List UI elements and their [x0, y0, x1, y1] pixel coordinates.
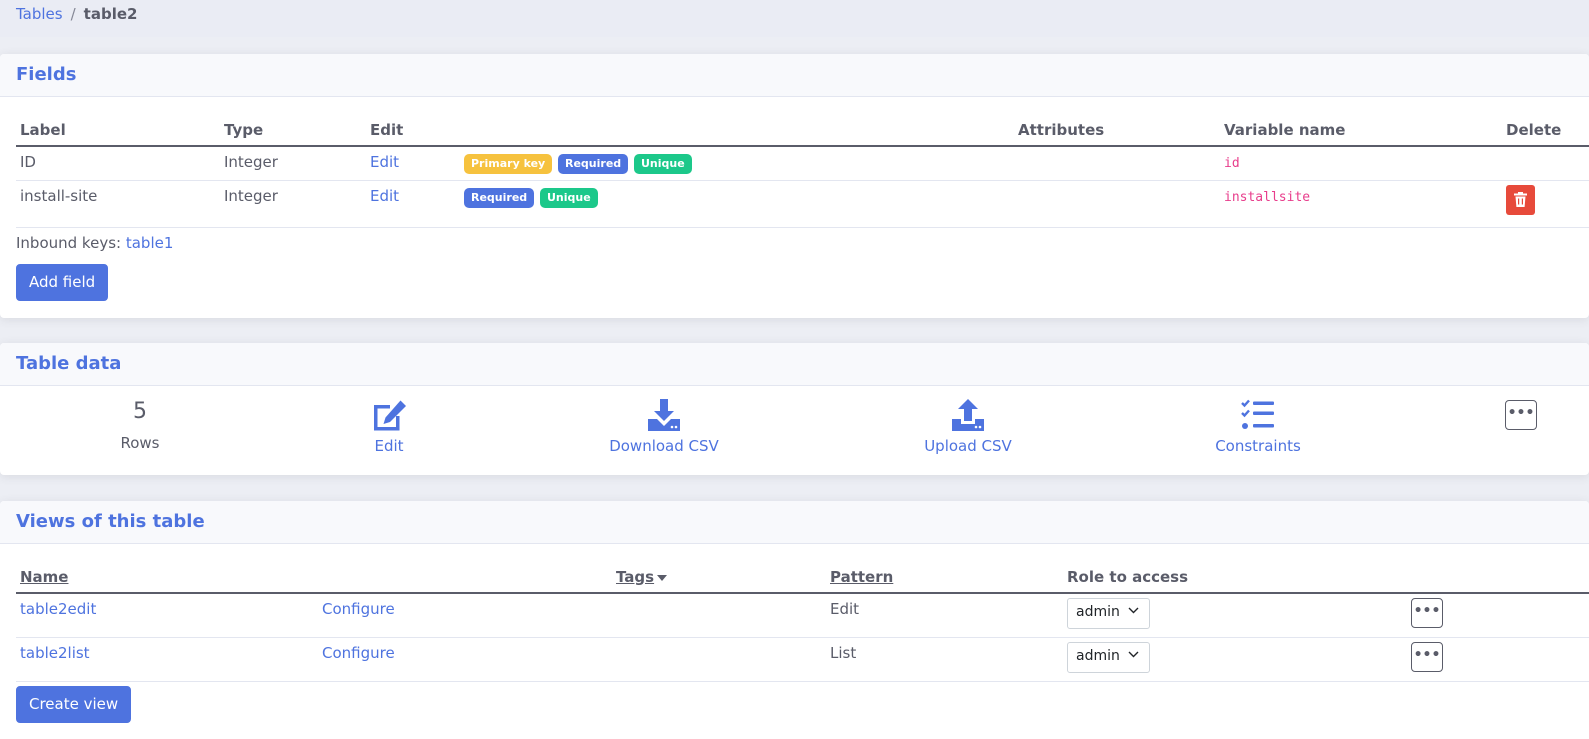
column-header-pattern[interactable]: Pattern	[826, 564, 1063, 594]
view-tags	[612, 637, 826, 682]
column-header-variable-name: Variable name	[1220, 117, 1502, 147]
breadcrumb-separator: /	[70, 5, 76, 23]
field-type: Integer	[220, 180, 366, 228]
rows-stat: 5 Rows	[99, 399, 181, 452]
download-icon	[648, 399, 680, 431]
field-attributes	[1014, 180, 1220, 228]
role-select-value: admin	[1076, 648, 1120, 664]
views-card-title: Views of this table	[0, 501, 1589, 544]
breadcrumb-tables-link[interactable]: Tables	[16, 5, 63, 23]
rows-count: 5	[133, 399, 147, 424]
table-data-card-title: Table data	[0, 343, 1589, 386]
field-label: install-site	[16, 180, 220, 228]
chevron-down-icon	[1128, 651, 1139, 658]
breadcrumb-current: table2	[83, 5, 138, 23]
unique-badge: Unique	[633, 154, 692, 174]
rows-label: Rows	[120, 434, 160, 452]
view-tags	[612, 593, 826, 638]
edit-data-button[interactable]: Edit	[334, 399, 444, 455]
unique-badge: Unique	[539, 188, 598, 208]
view-pattern: Edit	[826, 593, 1063, 638]
trash-icon	[1514, 192, 1527, 207]
role-select[interactable]: admin	[1067, 642, 1150, 673]
column-header-tags[interactable]: Tags	[616, 568, 654, 586]
inbound-key-link[interactable]: table1	[126, 234, 174, 252]
ellipsis-icon: •••	[1413, 647, 1441, 663]
field-badges: Required Unique	[460, 180, 1014, 228]
field-type: Integer	[220, 146, 366, 181]
view-name-link[interactable]: table2list	[20, 644, 90, 662]
create-view-button[interactable]: Create view	[16, 686, 132, 723]
required-badge: Required	[558, 154, 629, 174]
ellipsis-icon: •••	[1413, 603, 1441, 619]
edit-icon	[374, 400, 406, 431]
role-select-value: admin	[1076, 604, 1120, 620]
field-edit-link[interactable]: Edit	[370, 187, 399, 205]
role-select[interactable]: admin	[1067, 598, 1150, 629]
required-badge: Required	[464, 188, 535, 208]
view-pattern: List	[826, 637, 1063, 682]
upload-csv-label: Upload CSV	[924, 437, 1012, 455]
view-more-button[interactable]: •••	[1411, 598, 1443, 628]
views-table-header: Name Tags Pattern Role to access	[16, 564, 1589, 594]
sort-caret-icon[interactable]	[657, 574, 668, 581]
breadcrumb: Tables / table2	[0, 0, 1589, 37]
column-header-attributes: Attributes	[1014, 117, 1220, 147]
field-attributes	[1014, 146, 1220, 181]
column-header-badges	[460, 117, 1014, 147]
column-header-delete: Delete	[1502, 117, 1589, 147]
upload-csv-button[interactable]: Upload CSV	[922, 399, 1014, 455]
view-configure-link[interactable]: Configure	[322, 644, 395, 662]
field-edit-link[interactable]: Edit	[370, 153, 399, 171]
ellipsis-icon: •••	[1507, 405, 1535, 421]
table-row: ID Integer Edit Primary key Required Uni…	[16, 146, 1589, 181]
view-configure-link[interactable]: Configure	[322, 600, 395, 618]
inbound-keys: Inbound keys: table1	[16, 234, 173, 252]
fields-table-header: Label Type Edit Attributes Variable name…	[16, 117, 1589, 147]
column-header-role: Role to access	[1063, 564, 1489, 594]
field-badges: Primary key Required Unique	[460, 146, 1014, 181]
field-label: ID	[16, 146, 220, 181]
column-header-type: Type	[220, 117, 366, 147]
chevron-down-icon	[1128, 607, 1139, 614]
edit-data-label: Edit	[374, 437, 404, 455]
field-variable-name: installsite	[1224, 190, 1311, 205]
fields-card-title: Fields	[0, 54, 1589, 97]
list-check-icon	[1241, 399, 1274, 429]
table-row: table2edit Configure Edit admin •••	[16, 593, 1589, 638]
add-field-button[interactable]: Add field	[16, 264, 109, 301]
constraints-label: Constraints	[1215, 437, 1301, 455]
upload-icon	[952, 399, 984, 431]
views-card: Views of this table Name Tags Pattern Ro…	[0, 501, 1589, 739]
field-variable-name: id	[1224, 156, 1240, 171]
download-csv-label: Download CSV	[609, 437, 719, 455]
fields-table: Label Type Edit Attributes Variable name…	[16, 117, 1589, 228]
view-name-link[interactable]: table2edit	[20, 600, 96, 618]
constraints-button[interactable]: Constraints	[1214, 399, 1302, 455]
views-table: Name Tags Pattern Role to access table2e…	[16, 564, 1589, 682]
delete-field-button[interactable]	[1506, 185, 1535, 215]
table-data-card: Table data 5 Rows Edit Download CSV Uplo…	[0, 343, 1589, 475]
column-header-edit: Edit	[366, 117, 460, 147]
primary-key-badge: Primary key	[464, 154, 553, 174]
fields-card: Fields Label Type Edit Attributes Variab…	[0, 54, 1589, 318]
download-csv-button[interactable]: Download CSV	[608, 399, 720, 455]
column-header-configure	[318, 564, 612, 594]
column-header-label: Label	[16, 117, 220, 147]
inbound-keys-label: Inbound keys:	[16, 234, 122, 252]
view-more-button[interactable]: •••	[1411, 642, 1443, 672]
table-data-more-button[interactable]: •••	[1505, 400, 1537, 430]
table-row: table2list Configure List admin •••	[16, 637, 1589, 682]
column-header-tags-cell: Tags	[612, 564, 826, 594]
column-header-name[interactable]: Name	[16, 564, 318, 594]
table-row: install-site Integer Edit Required Uniqu…	[16, 180, 1589, 228]
column-header-actions	[1489, 564, 1589, 594]
field-delete-cell	[1502, 146, 1589, 181]
